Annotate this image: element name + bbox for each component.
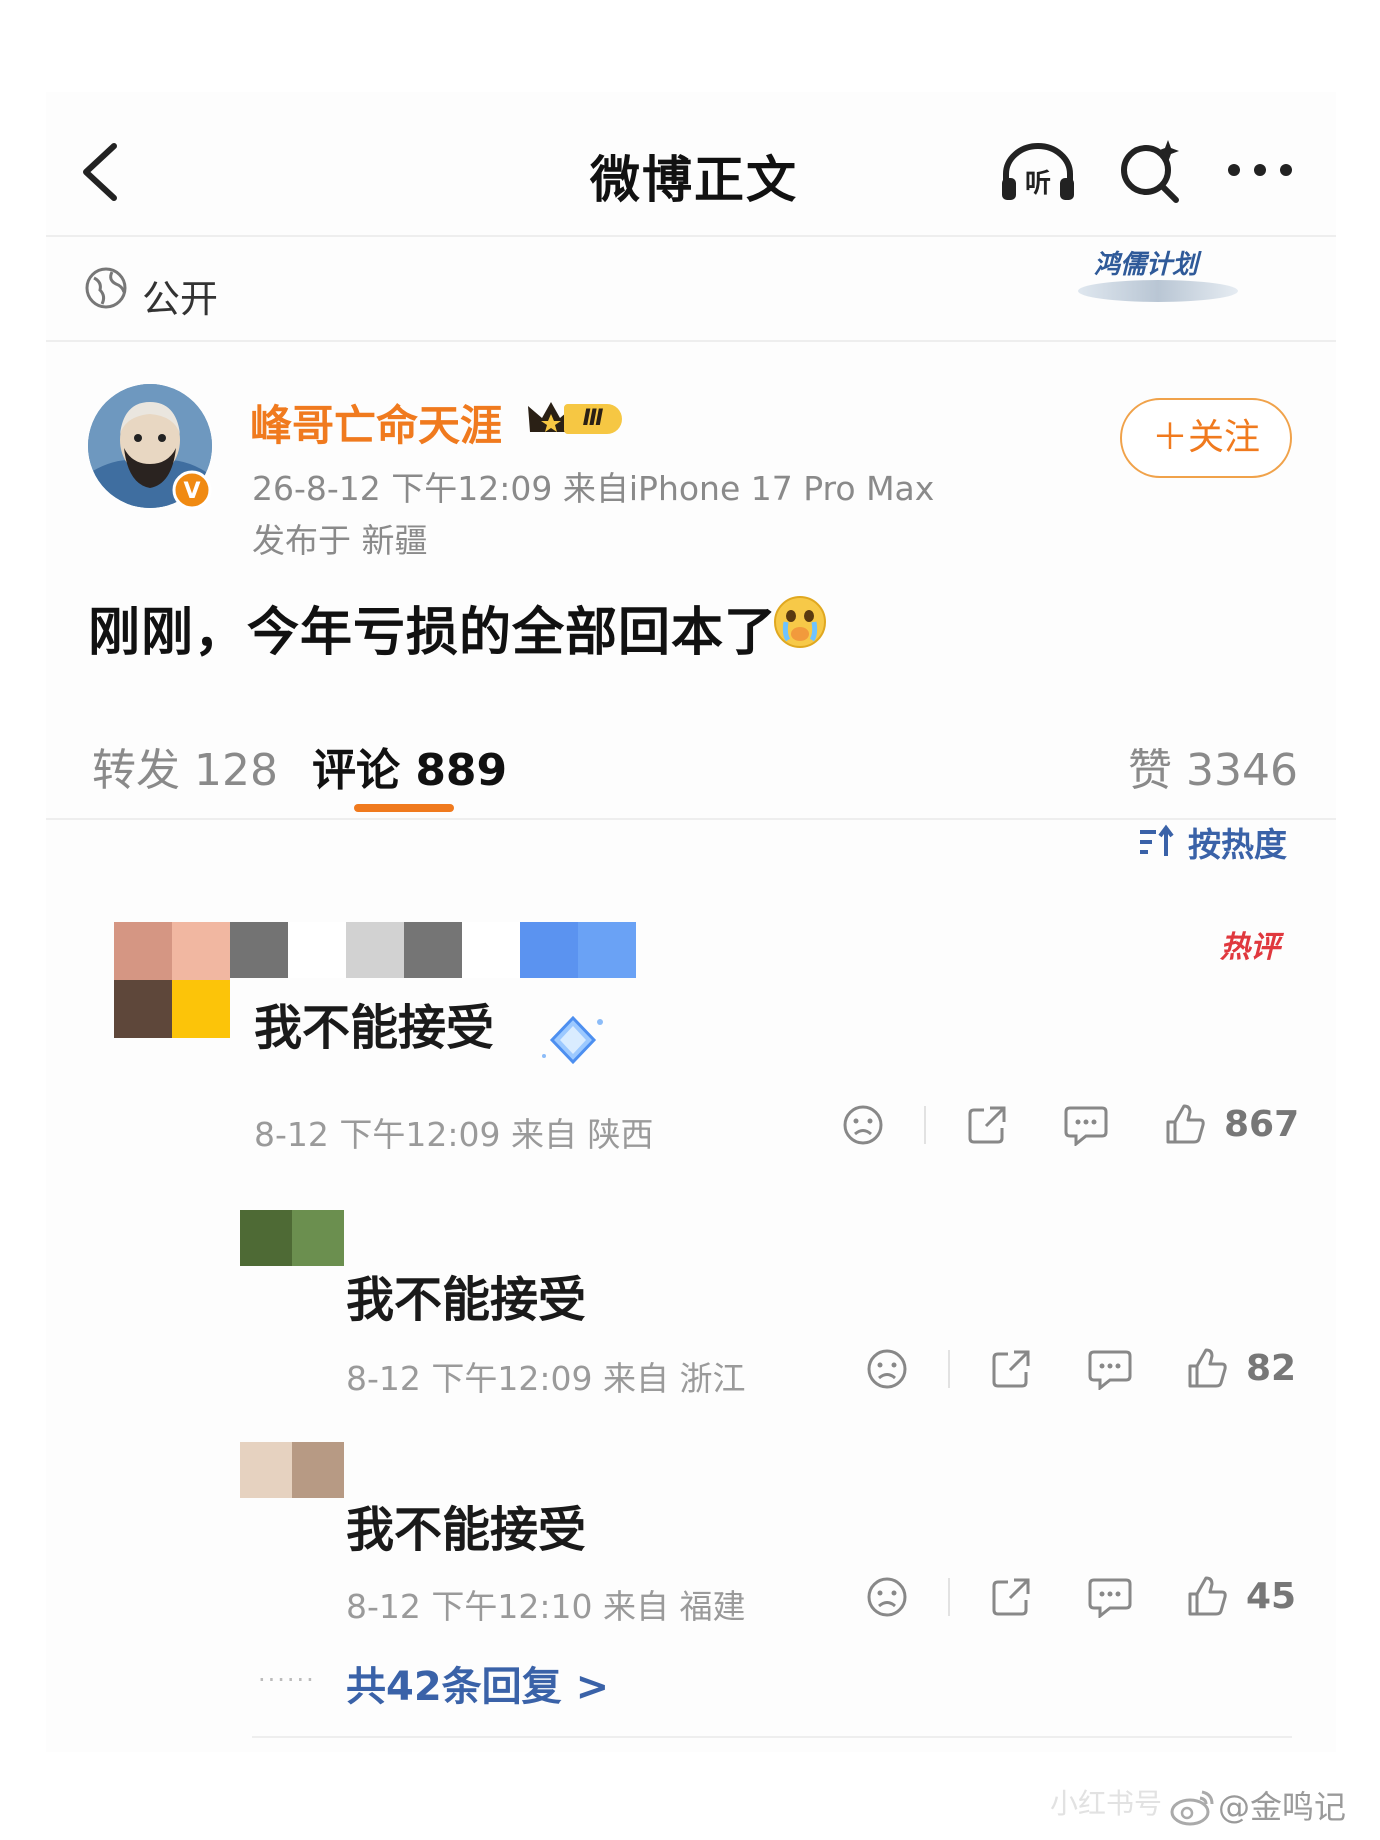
reply-text: 我不能接受 xyxy=(346,1502,587,1558)
crying-emoji-icon xyxy=(774,596,826,648)
follow-button[interactable]: ＋关注 xyxy=(1120,398,1292,478)
share-icon[interactable] xyxy=(990,1576,1032,1618)
visibility-divider xyxy=(46,340,1336,342)
action-separator xyxy=(948,1350,950,1388)
search-icon[interactable] xyxy=(1116,136,1186,206)
reply-meta: 8-12 下午12:10 来自 福建 xyxy=(346,1587,746,1626)
tab-likes[interactable]: 赞 3346 xyxy=(1128,734,1298,798)
reply-icon[interactable] xyxy=(1064,1104,1108,1146)
globe-icon xyxy=(85,267,127,309)
active-tab-indicator xyxy=(354,804,454,812)
like-count: 82 xyxy=(1246,1348,1297,1389)
action-separator xyxy=(924,1106,926,1144)
view-all-replies-link[interactable]: 共42条回复 > xyxy=(346,1654,609,1712)
sort-label[interactable]: 按热度 xyxy=(1188,818,1287,866)
visibility-label: 公开 xyxy=(142,277,219,321)
member-crown-badge: Ⅲ xyxy=(526,398,638,440)
level-badge: Ⅲ xyxy=(564,404,622,434)
reply-meta: 8-12 下午12:09 来自 浙江 xyxy=(346,1359,746,1398)
hot-comment-badge: 热评 xyxy=(1220,930,1280,965)
diamond-sticker-icon xyxy=(542,1015,603,1065)
watermark-source: 小红书号 xyxy=(1050,1787,1163,1820)
reply-icon[interactable] xyxy=(1088,1348,1132,1390)
reply-avatar-pixelated[interactable] xyxy=(240,1442,344,1498)
tab-reposts[interactable]: 转发 128 xyxy=(92,734,278,798)
page-title: 微博正文 xyxy=(590,151,798,209)
more-icon[interactable] xyxy=(1224,160,1296,180)
svg-text:听: 听 xyxy=(1025,169,1051,199)
like-count: 867 xyxy=(1224,1104,1300,1145)
tab-comments[interactable]: 评论 889 xyxy=(312,734,507,798)
weibo-logo-icon xyxy=(1170,1790,1214,1826)
svg-text:V: V xyxy=(183,479,200,504)
campaign-badge-label: 鸿儒计划 xyxy=(1094,250,1199,280)
like-count: 45 xyxy=(1246,1576,1297,1617)
comment-text: 我不能接受 xyxy=(254,1000,495,1056)
watermark-handle: @金鸣记 xyxy=(1218,1788,1347,1826)
like-thumb-icon[interactable] xyxy=(1164,1102,1206,1146)
verified-v-icon: V xyxy=(172,470,212,510)
like-thumb-icon[interactable] xyxy=(1186,1574,1228,1618)
commenter-name-pixelated[interactable] xyxy=(230,922,636,978)
sort-icon[interactable] xyxy=(1136,824,1176,860)
post-location: 发布于 新疆 xyxy=(252,521,428,560)
header-divider xyxy=(46,235,1336,237)
post-time-source: 26-8-12 下午12:09 来自iPhone 17 Pro Max xyxy=(252,469,935,508)
tabs-divider xyxy=(46,818,1336,820)
replies-dots: ······ xyxy=(258,1666,316,1694)
action-separator xyxy=(948,1578,950,1616)
dislike-face-icon[interactable] xyxy=(842,1104,884,1146)
post-text: 刚刚，今年亏损的全部回本了 xyxy=(88,590,777,665)
dislike-face-icon[interactable] xyxy=(866,1348,908,1390)
share-icon[interactable] xyxy=(966,1104,1008,1146)
campaign-badge: 鸿儒计划 xyxy=(1078,240,1238,306)
listen-icon[interactable]: 听 xyxy=(998,140,1078,204)
author-name[interactable]: 峰哥亡命天涯 xyxy=(250,392,502,453)
comment-divider xyxy=(252,1736,1292,1738)
comment-meta: 8-12 下午12:09 来自 陕西 xyxy=(254,1115,654,1154)
post-text-content: 刚刚，今年亏损的全部回本了 xyxy=(88,603,778,663)
share-icon[interactable] xyxy=(990,1348,1032,1390)
reply-avatar-pixelated[interactable] xyxy=(240,1210,344,1266)
dislike-face-icon[interactable] xyxy=(866,1576,908,1618)
like-thumb-icon[interactable] xyxy=(1186,1346,1228,1390)
reply-text: 我不能接受 xyxy=(346,1272,587,1328)
commenter-avatar-pixelated[interactable] xyxy=(114,922,230,1038)
reply-icon[interactable] xyxy=(1088,1576,1132,1618)
back-icon[interactable] xyxy=(78,140,122,204)
